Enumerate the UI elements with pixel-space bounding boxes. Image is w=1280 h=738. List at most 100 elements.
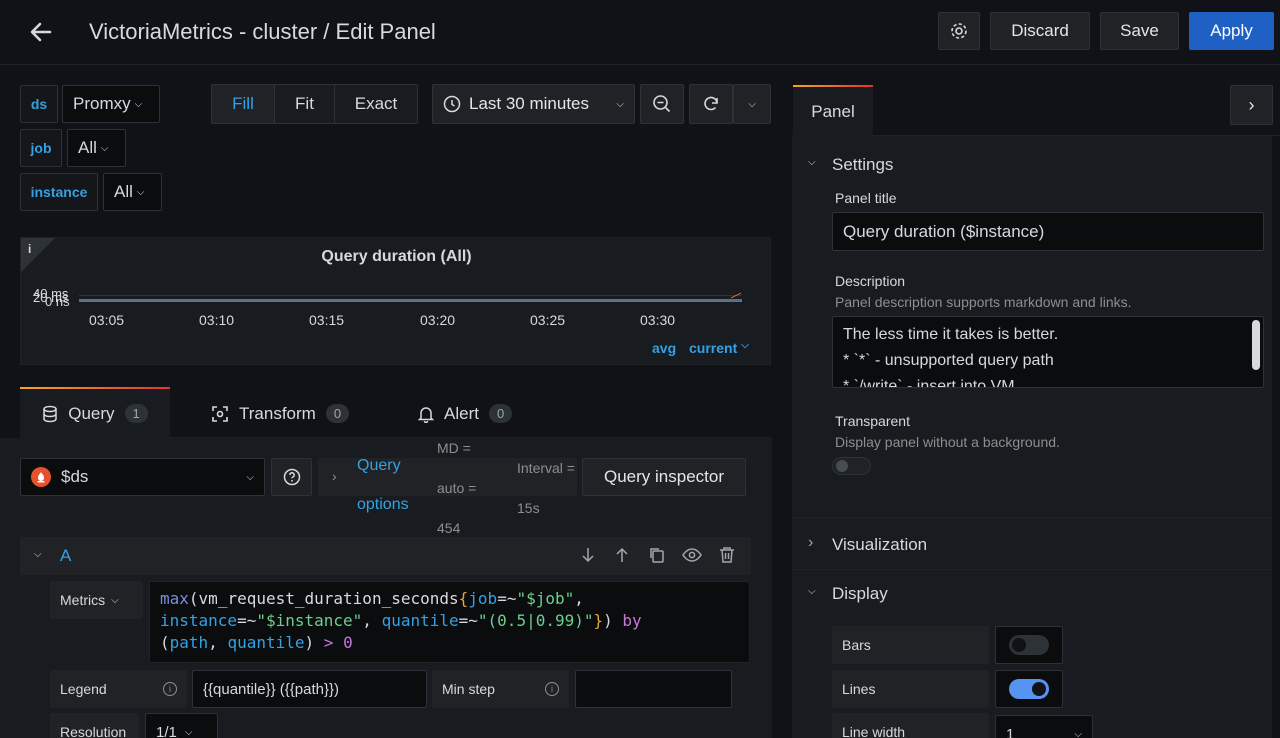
textarea-scrollbar[interactable] bbox=[1252, 320, 1260, 370]
description-label: Description bbox=[835, 273, 906, 289]
bars-switch-container bbox=[995, 626, 1063, 664]
display-header[interactable]: Display bbox=[832, 584, 888, 604]
expr-token: by bbox=[622, 611, 642, 630]
tab-panel[interactable]: Panel bbox=[793, 87, 873, 136]
transparent-hint: Display panel without a background. bbox=[835, 434, 1060, 450]
collapse-chevron-icon[interactable]: ⌵ bbox=[34, 549, 42, 560]
query-expression-editor[interactable]: max(vm_request_duration_seconds{job=~"$j… bbox=[149, 581, 750, 663]
var-select-ds[interactable]: Promxy ⌵ bbox=[62, 85, 160, 123]
chevron-down-icon: ⌵ bbox=[1074, 728, 1082, 738]
var-select-instance[interactable]: All ⌵ bbox=[103, 173, 162, 211]
transform-icon bbox=[212, 405, 228, 422]
chevron-down-icon: ⌵ bbox=[134, 98, 143, 110]
query-options-label: Query options bbox=[357, 457, 409, 513]
var-label-ds: ds bbox=[20, 85, 58, 123]
expr-token: =~ bbox=[497, 589, 517, 608]
var-value-instance: All bbox=[114, 182, 133, 201]
expr-token: vm_request_duration_seconds bbox=[198, 589, 459, 608]
legend-label: Legend bbox=[60, 681, 107, 697]
view-mode-exact[interactable]: Exact bbox=[335, 85, 417, 123]
bars-label: Bars bbox=[832, 626, 989, 664]
transparent-toggle[interactable] bbox=[832, 457, 871, 475]
description-textarea[interactable]: The less time it takes is better. * `*` … bbox=[832, 316, 1264, 388]
move-up-icon[interactable] bbox=[615, 546, 629, 569]
bell-icon bbox=[418, 406, 434, 423]
expr-token: "(0.5|0.99)" bbox=[477, 611, 594, 630]
settings-header[interactable]: Settings bbox=[832, 155, 893, 175]
expr-token: max bbox=[160, 589, 189, 608]
query-ref-id[interactable]: A bbox=[60, 546, 71, 566]
duplicate-icon[interactable] bbox=[648, 546, 666, 569]
view-mode-fill[interactable]: Fill bbox=[212, 85, 275, 123]
refresh-button[interactable] bbox=[689, 84, 733, 124]
legend-input[interactable]: {{quantile}} ({{path}}) bbox=[192, 670, 427, 708]
info-circle-icon[interactable]: i bbox=[163, 682, 177, 696]
panel-preview-title: Query duration (All) bbox=[321, 248, 472, 265]
trash-icon[interactable] bbox=[719, 546, 735, 569]
collapse-options-button[interactable]: › bbox=[1230, 85, 1273, 125]
zoom-out-button[interactable] bbox=[640, 84, 684, 124]
x-tick-label: 03:05 bbox=[89, 312, 125, 328]
info-circle-icon[interactable]: i bbox=[545, 682, 559, 696]
datasource-name: $ds bbox=[61, 467, 89, 486]
var-value-job: All bbox=[78, 138, 97, 157]
chart-series-line bbox=[79, 301, 742, 302]
description-line: The less time it takes is better. bbox=[843, 326, 1059, 343]
metrics-dropdown[interactable]: Metrics ⌵ bbox=[50, 581, 143, 619]
pane-splitter[interactable] bbox=[772, 65, 792, 738]
zoom-out-icon bbox=[653, 95, 671, 113]
transparent-label: Transparent bbox=[835, 413, 910, 429]
move-down-icon[interactable] bbox=[581, 546, 595, 569]
expr-token: quantile bbox=[227, 633, 305, 652]
refresh-icon bbox=[704, 96, 718, 111]
expr-token: path bbox=[169, 633, 209, 652]
var-select-job[interactable]: All ⌵ bbox=[67, 129, 126, 167]
database-icon bbox=[43, 405, 57, 422]
discard-button[interactable]: Discard bbox=[990, 12, 1090, 50]
apply-button[interactable]: Apply bbox=[1189, 12, 1274, 50]
resolution-select[interactable]: 1/1 ⌵ bbox=[145, 713, 218, 738]
display-chevron-icon[interactable]: ⌵ bbox=[808, 586, 816, 597]
visualization-header[interactable]: Visualization bbox=[832, 535, 927, 555]
tab-alert-label: Alert bbox=[444, 403, 479, 423]
view-mode-fit[interactable]: Fit bbox=[275, 85, 335, 123]
tab-transform[interactable]: Transform 0 bbox=[211, 389, 350, 438]
legend-current-header[interactable]: current ⌵ bbox=[689, 340, 749, 356]
save-button[interactable]: Save bbox=[1100, 12, 1179, 50]
expr-token: { bbox=[458, 589, 469, 608]
chevron-down-icon: ⌵ bbox=[616, 98, 624, 110]
expr-line-3: (path, quantile) > 0 bbox=[160, 632, 739, 654]
var-label-job: job bbox=[20, 129, 62, 167]
chevron-right-icon: › bbox=[332, 468, 337, 484]
line-width-select[interactable]: 1 ⌵ bbox=[995, 715, 1093, 738]
visualization-chevron-icon[interactable]: › bbox=[808, 534, 813, 552]
var-value-ds: Promxy bbox=[73, 94, 131, 113]
x-tick-label: 03:20 bbox=[420, 312, 456, 328]
y-tick-label: 0 ns bbox=[45, 294, 70, 309]
resolution-value: 1/1 bbox=[156, 723, 177, 738]
min-step-input[interactable] bbox=[575, 670, 732, 708]
back-arrow-icon[interactable] bbox=[28, 19, 54, 45]
tab-alert-count: 0 bbox=[488, 404, 513, 423]
tab-query[interactable]: Query 1 bbox=[20, 389, 170, 438]
query-options-toggle[interactable]: › Query options MD = auto = 454 Interval… bbox=[318, 440, 577, 536]
time-range-label: Last 30 minutes bbox=[469, 94, 590, 113]
query-inspector-button[interactable]: Query inspector bbox=[582, 458, 746, 496]
panel-title-label: Panel title bbox=[835, 190, 897, 206]
settings-chevron-icon[interactable]: ⌵ bbox=[808, 157, 816, 168]
datasource-help-button[interactable] bbox=[271, 458, 312, 496]
legend-avg-header[interactable]: avg bbox=[652, 340, 676, 356]
expr-token: ( bbox=[160, 633, 170, 652]
settings-button[interactable] bbox=[938, 12, 980, 50]
time-range-picker[interactable]: Last 30 minutes ⌵ bbox=[432, 84, 635, 124]
lines-toggle[interactable] bbox=[1009, 679, 1049, 699]
refresh-interval-dropdown[interactable]: ⌵ bbox=[733, 84, 771, 124]
toggle-knob bbox=[1012, 638, 1026, 652]
eye-icon[interactable] bbox=[682, 547, 702, 568]
datasource-picker[interactable]: $ds ⌵ bbox=[20, 458, 265, 496]
bars-toggle[interactable] bbox=[1009, 635, 1049, 655]
line-width-label: Line width bbox=[832, 713, 989, 738]
expr-token: ) bbox=[603, 611, 613, 630]
panel-title-input[interactable]: Query duration ($instance) bbox=[832, 212, 1264, 251]
expr-token: quantile bbox=[381, 611, 459, 630]
